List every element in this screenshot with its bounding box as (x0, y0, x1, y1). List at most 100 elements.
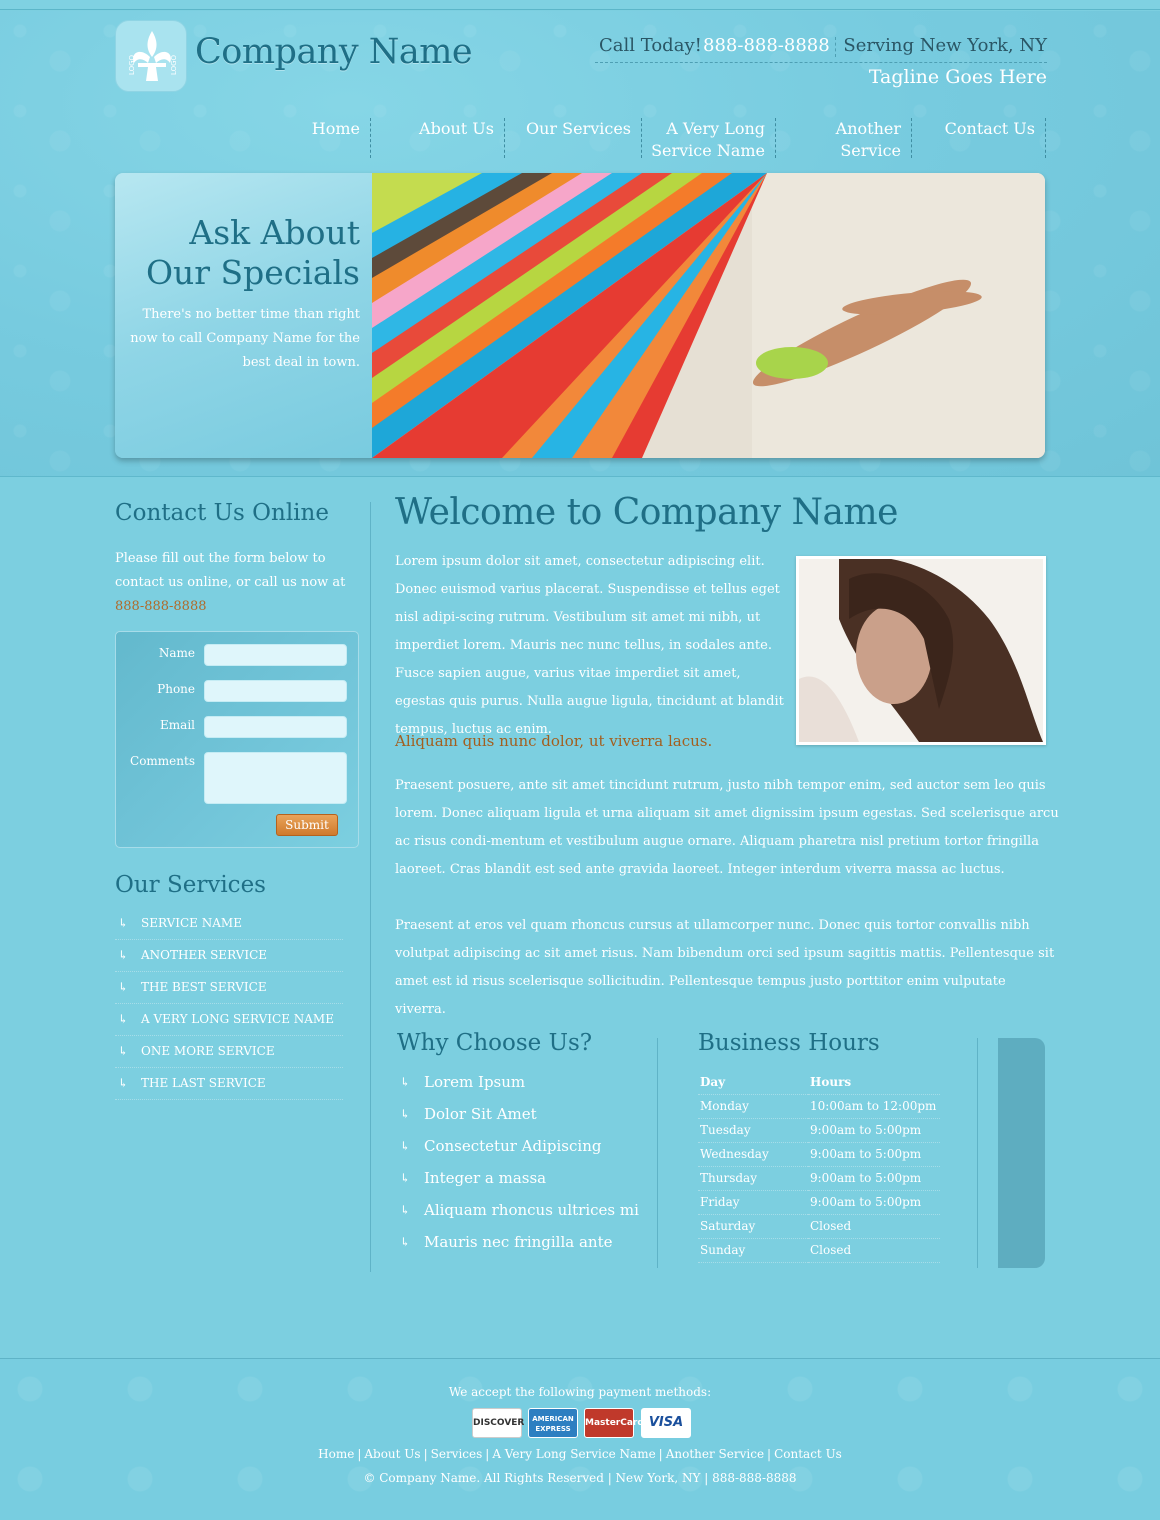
day-cell: Friday (698, 1190, 808, 1215)
column-divider (657, 1038, 658, 1268)
why-item-label: Integer a massa (424, 1169, 547, 1187)
hours-cell: 9:00am to 5:00pm (808, 1166, 940, 1191)
service-link[interactable]: ↳ ANOTHER SERVICE (115, 940, 343, 972)
nav-long-service[interactable]: A Very Long Service Name (650, 118, 776, 160)
service-label: THE LAST SERVICE (141, 1076, 266, 1090)
why-item-label: Lorem Ipsum (424, 1073, 526, 1091)
visa-card-icon: VISA (641, 1408, 691, 1438)
hours-cell: Closed (808, 1214, 940, 1239)
footer-link-about[interactable]: About Us (364, 1447, 420, 1461)
sidebar-divider (370, 502, 371, 1272)
arrow-icon: ↳ (400, 1075, 411, 1089)
arrow-icon: ↳ (400, 1235, 411, 1249)
why-list: ↳ Lorem Ipsum ↳ Dolor Sit Amet ↳ Consectetu… (397, 1068, 639, 1260)
nav-contact-us[interactable]: Contact Us (928, 118, 1046, 158)
call-label: Call Today! (599, 35, 702, 56)
body-paragraph-1: Praesent posuere, ante sit amet tincidun… (395, 778, 1059, 877)
divider (835, 37, 836, 57)
why-item-label: Aliquam rhoncus ultrices mi (424, 1201, 639, 1219)
name-input[interactable] (204, 644, 347, 666)
footer-link-long-service[interactable]: A Very Long Service Name (492, 1447, 655, 1461)
tagline: Tagline Goes Here (868, 66, 1047, 88)
copyright: © Company Name. All Rights Reserved | Ne… (363, 1471, 797, 1485)
service-label: ANOTHER SERVICE (141, 948, 268, 962)
services-heading: Our Services (115, 872, 266, 898)
arrow-icon: ↳ (400, 1107, 411, 1121)
sidebar: Contact Us Online Please fill out the fo… (115, 500, 360, 1100)
call-number[interactable]: 888-888-8888 (703, 35, 830, 56)
footer-link-home[interactable]: Home (318, 1447, 354, 1461)
hours-col-hours: Hours (808, 1070, 940, 1095)
table-row: Wednesday 9:00am to 5:00pm (698, 1142, 940, 1167)
hours-header-row: Day Hours (698, 1070, 940, 1095)
banner-title: Ask About Our Specials (120, 213, 360, 293)
hours-cell: 9:00am to 5:00pm (808, 1190, 940, 1215)
phone-input[interactable] (204, 680, 347, 702)
payment-label: We accept the following payment methods: (448, 1385, 712, 1399)
business-hours: Business Hours Day Hours Monday 10:00am t… (698, 1030, 943, 1263)
why-choose-us: Why Choose Us? ↳ Lorem Ipsum ↳ Dolor Sit A… (397, 1030, 667, 1251)
nav-contact-label: Contact Us (944, 119, 1035, 138)
company-name[interactable]: Company Name (195, 32, 473, 72)
service-link[interactable]: ↳ SERVICE NAME (115, 908, 343, 940)
nav-another-service[interactable]: Another Service (810, 118, 912, 160)
day-cell: Saturday (698, 1214, 808, 1239)
why-item-label: Consectetur Adipiscing (424, 1137, 602, 1155)
footer-link-contact[interactable]: Contact Us (774, 1447, 842, 1461)
services-list: ↳ SERVICE NAME ↳ ANOTHER SERVICE ↳ THE BEST… (115, 908, 343, 1100)
why-item: ↳ Lorem Ipsum (397, 1068, 639, 1100)
banner-title-line2: Our Specials (145, 253, 360, 292)
banner-text-panel: Ask About Our Specials There's no better… (115, 173, 372, 458)
arrow-icon: ↳ (400, 1203, 411, 1217)
intro-paragraph: Lorem ipsum dolor sit amet, consectetur … (395, 554, 784, 737)
side-tab (998, 1038, 1045, 1268)
contact-form: Name Phone Email Comments Submit (115, 631, 359, 848)
nav-about-us[interactable]: About Us (401, 118, 505, 158)
contact-intro-text: Please fill out the form below to contac… (115, 551, 346, 590)
hours-table: Day Hours Monday 10:00am to 12:00pm Tuesd… (698, 1070, 940, 1263)
nav-home[interactable]: Home (290, 118, 371, 158)
service-link[interactable]: ↳ THE BEST SERVICE (115, 972, 343, 1004)
accent-line: Aliquam quis nunc dolor, ut viverra lacu… (395, 732, 713, 750)
arrow-icon: ↳ (118, 980, 129, 994)
hours-cell: 9:00am to 5:00pm (808, 1118, 940, 1143)
email-input[interactable] (204, 716, 347, 738)
banner-text: There's no better time than right now to… (130, 307, 360, 370)
footer-link-another-service[interactable]: Another Service (666, 1447, 764, 1461)
logo[interactable]: LOGO LOGO (115, 20, 187, 92)
arrow-icon: ↳ (118, 948, 129, 962)
arrow-icon: ↳ (118, 1012, 129, 1026)
contact-phone[interactable]: 888-888-8888 (115, 599, 207, 614)
body-paragraph-2: Praesent at eros vel quam rhoncus cursus… (395, 918, 1055, 1017)
hours-cell: 10:00am to 12:00pm (808, 1094, 940, 1119)
why-heading: Why Choose Us? (397, 1030, 593, 1056)
call-bar: Call Today! 888-888-8888 Serving New Yor… (595, 35, 1047, 63)
nav-another-service-label: Another Service (835, 119, 901, 160)
table-row: Friday 9:00am to 5:00pm (698, 1190, 940, 1215)
why-item-label: Mauris nec fringilla ante (424, 1233, 613, 1251)
nav-about-label: About Us (419, 119, 494, 138)
comments-textarea[interactable] (204, 752, 347, 804)
arrow-icon: ↳ (400, 1139, 411, 1153)
arrow-icon: ↳ (118, 1044, 129, 1058)
beach-umbrella-image (372, 173, 1045, 458)
column-divider (977, 1038, 978, 1268)
arrow-icon: ↳ (118, 916, 129, 930)
submit-button[interactable]: Submit (276, 814, 338, 836)
service-link[interactable]: ↳ A VERY LONG SERVICE NAME (115, 1004, 343, 1036)
table-row: Tuesday 9:00am to 5:00pm (698, 1118, 940, 1143)
footer: We accept the following payment methods:… (0, 1358, 1160, 1520)
service-link[interactable]: ↳ THE LAST SERVICE (115, 1068, 343, 1100)
service-label: ONE MORE SERVICE (141, 1044, 275, 1058)
payment-cards: DISCOVER AMERICAN EXPRESS MasterCard VIS… (472, 1408, 692, 1438)
nav-services-label: Our Services (525, 119, 631, 138)
day-cell: Thursday (698, 1166, 808, 1191)
service-label: THE BEST SERVICE (141, 980, 267, 994)
footer-link-services[interactable]: Services (431, 1447, 483, 1461)
why-item: ↳ Dolor Sit Amet (397, 1100, 639, 1132)
nav-our-services[interactable]: Our Services (522, 118, 642, 158)
woman-portrait-image (799, 559, 1043, 742)
service-link[interactable]: ↳ ONE MORE SERVICE (115, 1036, 343, 1068)
table-row: Saturday Closed (698, 1214, 940, 1239)
serving-area: Serving New York, NY (843, 35, 1047, 56)
